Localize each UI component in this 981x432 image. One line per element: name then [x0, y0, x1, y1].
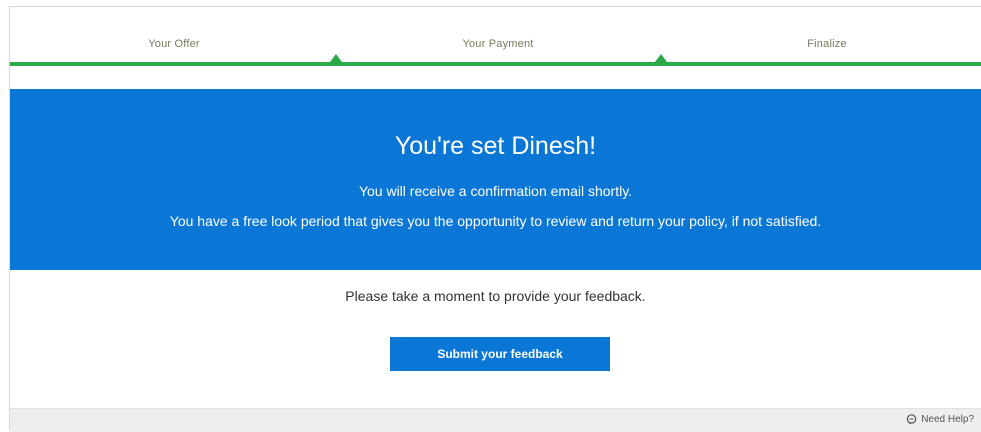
submit-feedback-button[interactable]: Submit your feedback	[390, 337, 610, 371]
confirmation-title: You're set Dinesh!	[394, 132, 597, 160]
step-your-offer: Your Offer	[148, 38, 200, 50]
step-marker-2	[655, 54, 667, 62]
progress-stepper: Your Offer Your Payment Finalize	[10, 7, 981, 70]
step-marker-1	[330, 54, 342, 62]
step-your-payment: Your Payment	[462, 38, 534, 50]
page-container: Your Offer Your Payment Finalize You're …	[9, 6, 981, 432]
need-help-link[interactable]: Need Help?	[906, 414, 974, 425]
step-finalize: Finalize	[807, 38, 847, 50]
need-help-label: Need Help?	[921, 414, 974, 425]
feedback-prompt: Please take a moment to provide your fee…	[345, 288, 646, 304]
confirmation-banner: You're set Dinesh! You will receive a co…	[10, 89, 981, 270]
footer-bar: Need Help?	[10, 408, 981, 432]
progress-bar	[10, 62, 981, 66]
free-look-message: You have a free look period that gives y…	[169, 213, 822, 229]
confirmation-email-message: You will receive a confirmation email sh…	[358, 183, 633, 199]
chat-bubble-icon	[906, 414, 917, 425]
